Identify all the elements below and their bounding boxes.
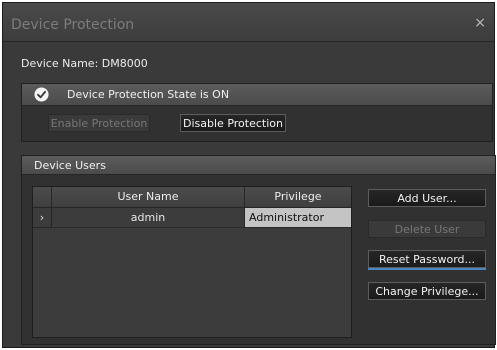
title-bar: Device Protection × — [3, 3, 494, 42]
row-selector-icon[interactable]: › — [33, 208, 52, 228]
check-circle-icon — [34, 87, 49, 102]
users-table: User Name Privilege › admin Administrato… — [32, 186, 352, 338]
column-header-privilege[interactable]: Privilege — [245, 187, 351, 208]
device-users-group: Device Users User Name Privilege › admin… — [21, 155, 496, 345]
device-protection-dialog: Device Protection × Device Name: DM8000 … — [2, 2, 496, 348]
device-users-header: Device Users — [22, 156, 495, 175]
cell-privilege[interactable]: Administrator — [245, 208, 351, 228]
add-user-button[interactable]: Add User... — [368, 189, 486, 207]
disable-protection-button[interactable]: Disable Protection — [180, 114, 286, 132]
reset-password-button[interactable]: Reset Password... — [368, 250, 486, 268]
cell-user-name[interactable]: admin — [52, 208, 245, 228]
delete-user-button[interactable]: Delete User — [368, 220, 486, 238]
column-header-user-name[interactable]: User Name — [52, 187, 245, 208]
window-title: Device Protection — [11, 17, 135, 33]
change-privilege-button[interactable]: Change Privilege... — [368, 282, 486, 300]
device-name-label: Device Name: DM8000 — [21, 57, 148, 70]
close-icon[interactable]: × — [474, 16, 486, 30]
protection-state-text: Device Protection State is ON — [67, 88, 230, 101]
protection-state-header: Device Protection State is ON — [22, 84, 492, 106]
enable-protection-button[interactable]: Enable Protection — [48, 114, 150, 132]
device-users-title: Device Users — [34, 159, 106, 172]
table-corner — [33, 187, 52, 208]
protection-state-group: Device Protection State is ON Enable Pro… — [21, 83, 493, 142]
